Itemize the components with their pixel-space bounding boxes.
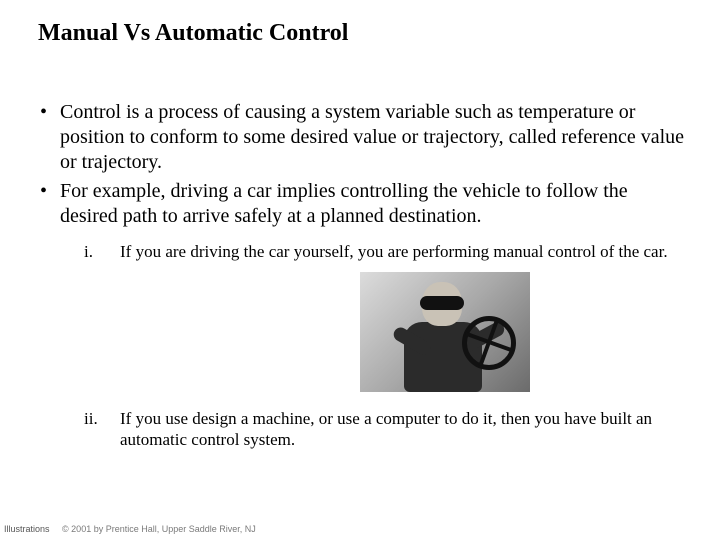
- footer-lead: Illustrations: [4, 524, 50, 534]
- slide-title: Manual Vs Automatic Control: [38, 20, 348, 47]
- sub-item-text: If you use design a machine, or use a co…: [120, 409, 652, 449]
- bullet-item: For example, driving a car implies contr…: [38, 179, 690, 229]
- bullet-list: Control is a process of causing a system…: [38, 100, 690, 229]
- slide: Manual Vs Automatic Control Control is a…: [0, 0, 720, 540]
- list-marker: ii.: [84, 408, 114, 429]
- footer-copyright: © 2001 by Prentice Hall, Upper Saddle Ri…: [62, 524, 256, 534]
- list-marker: i.: [84, 241, 114, 262]
- sub-item: i. If you are driving the car yourself, …: [84, 241, 690, 398]
- footer: Illustrations © 2001 by Prentice Hall, U…: [4, 524, 256, 534]
- sub-item-text: If you are driving the car yourself, you…: [120, 242, 668, 261]
- sub-list: i. If you are driving the car yourself, …: [38, 241, 690, 450]
- image-container: [200, 272, 690, 397]
- driver-photo: [360, 272, 530, 392]
- bullet-item: Control is a process of causing a system…: [38, 100, 690, 175]
- body-content: Control is a process of causing a system…: [38, 100, 690, 460]
- sub-item: ii. If you use design a machine, or use …: [84, 408, 690, 451]
